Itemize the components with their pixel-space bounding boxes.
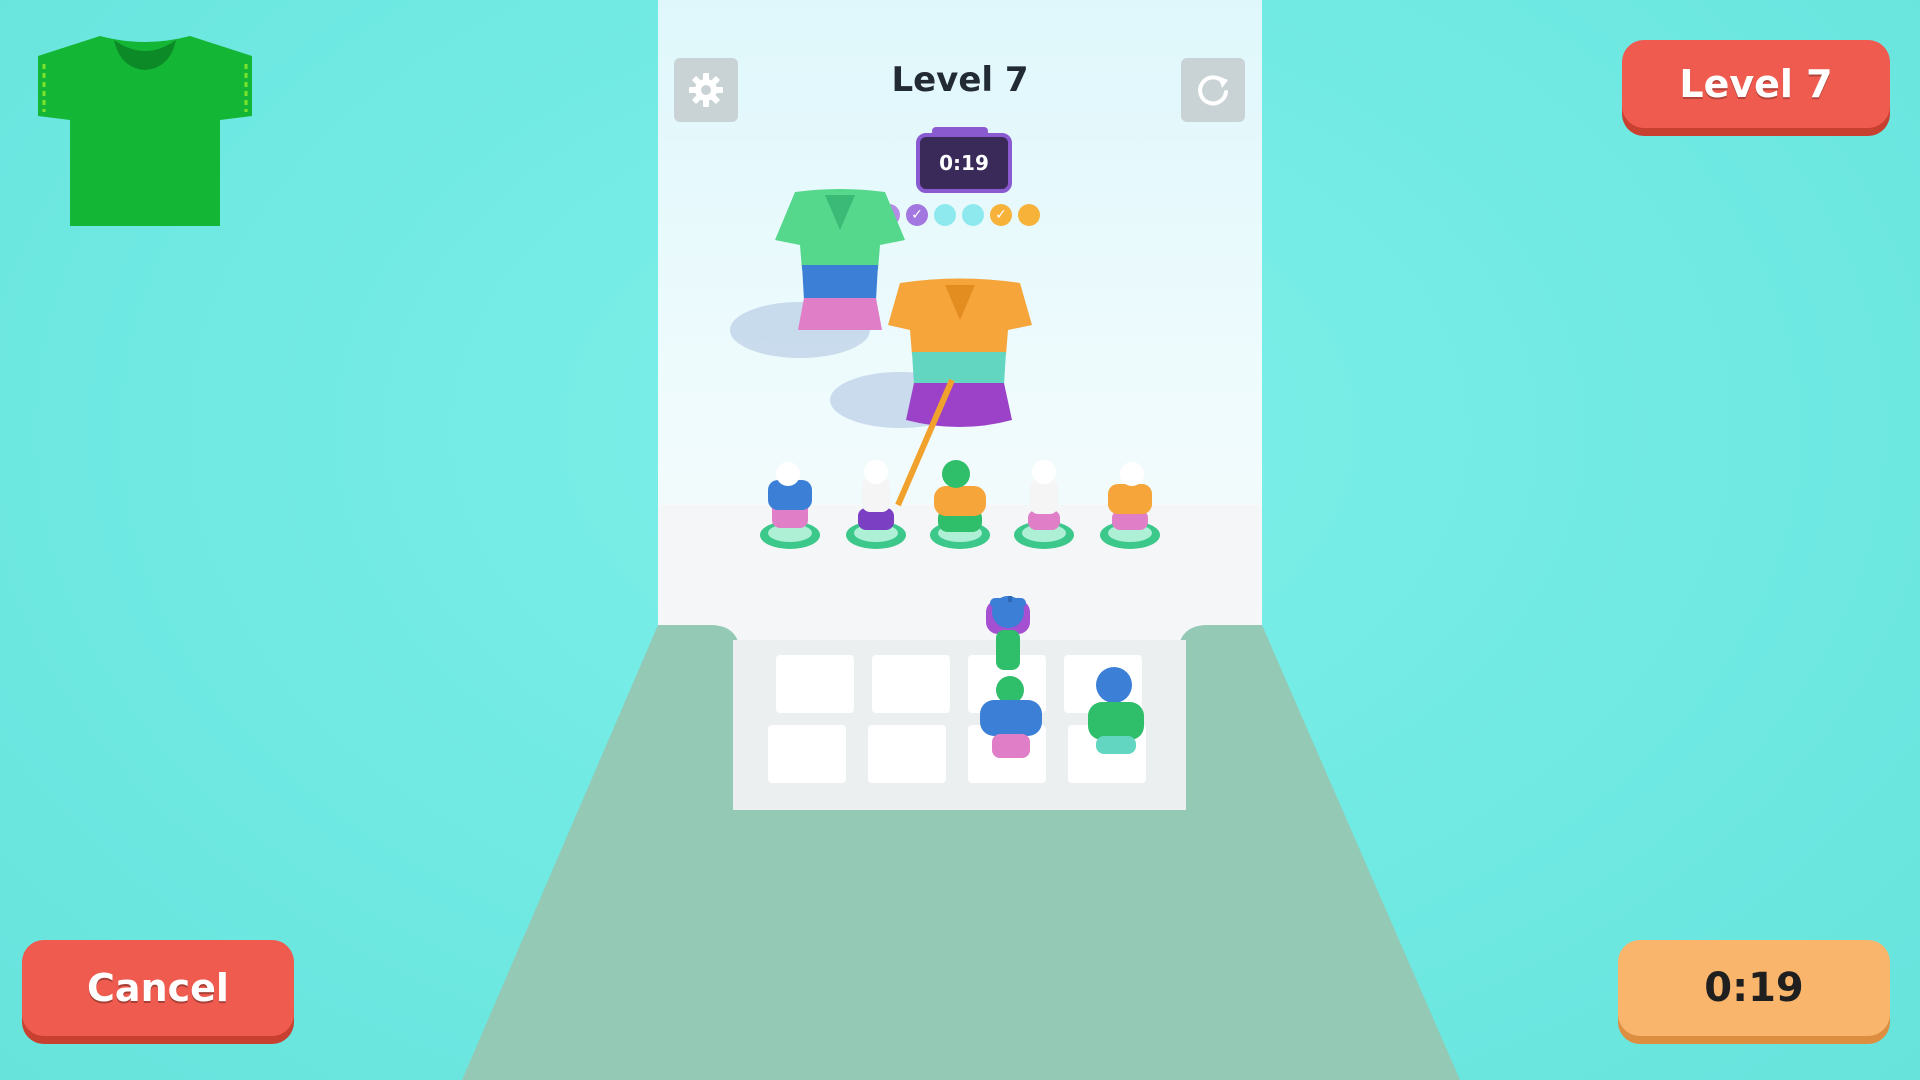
tshirt-icon [38, 36, 252, 226]
spool-stations [760, 460, 1160, 549]
station[interactable] [1100, 462, 1160, 549]
station[interactable] [760, 462, 820, 549]
timer-button[interactable]: 0:19 [1618, 940, 1890, 1036]
cancel-button[interactable]: Cancel [22, 940, 294, 1036]
spool-stack[interactable] [1088, 667, 1144, 754]
tray-spools [980, 596, 1144, 758]
current-shirt [888, 278, 1032, 427]
station[interactable] [1014, 460, 1074, 549]
level-button[interactable]: Level 7 [1622, 40, 1890, 128]
game-scene [730, 189, 1160, 758]
station[interactable] [930, 460, 990, 549]
spool-stack[interactable] [980, 596, 1042, 758]
